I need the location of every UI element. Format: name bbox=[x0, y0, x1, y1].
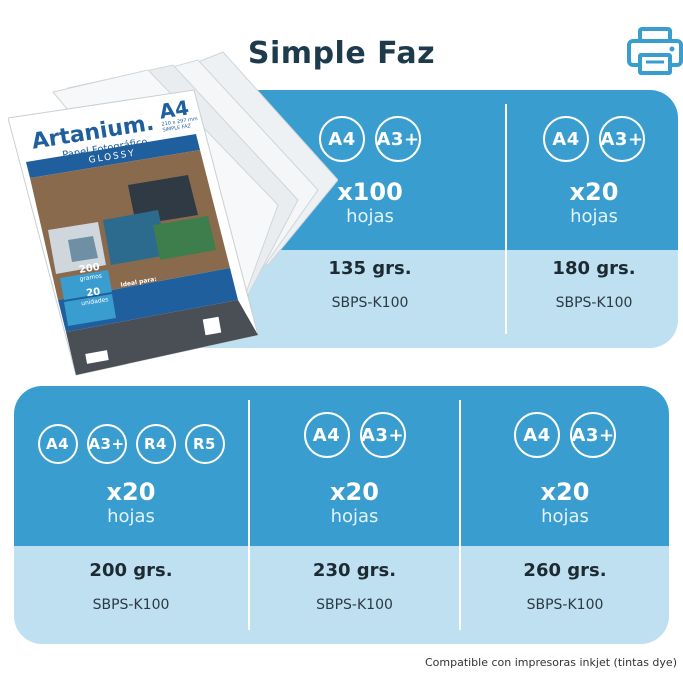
size-badge-a4: A4 bbox=[543, 116, 589, 162]
product-code: SBPS-K100 bbox=[555, 295, 633, 311]
paper-weight: 230 grs. bbox=[312, 560, 397, 581]
sheet-unit: hojas bbox=[330, 506, 379, 527]
paper-weight: 180 grs. bbox=[552, 258, 636, 279]
size-badge-a3plus: A3+ bbox=[375, 116, 421, 162]
size-badge-a4: A4 bbox=[303, 412, 350, 458]
size-badges: A4 A3+ bbox=[250, 412, 459, 458]
sheet-quantity: x20 bbox=[106, 478, 156, 506]
product-column-200: A4 A3+ R4 R5 x20 hojas 200 grs. SBPS-K10… bbox=[14, 424, 248, 614]
product-code: SBPS-K100 bbox=[526, 597, 604, 613]
product-package-image: Artanium. Papel Fotográfico A4 210 x 297… bbox=[7, 30, 339, 380]
size-badge-a3plus: A3+ bbox=[86, 424, 127, 464]
sheet-quantity: x20 bbox=[540, 478, 590, 506]
product-column-230: A4 A3+ x20 hojas 230 grs. SBPS-K100 bbox=[250, 412, 459, 614]
sheet-unit: hojas bbox=[541, 506, 589, 527]
size-badge-a3plus: A3+ bbox=[570, 412, 616, 458]
size-badge-a4: A4 bbox=[37, 424, 78, 464]
sheet-unit: hojas bbox=[107, 506, 155, 527]
product-column-260: A4 A3+ x20 hojas 260 grs. SBPS-K100 bbox=[461, 412, 669, 614]
product-code: SBPS-K100 bbox=[316, 597, 393, 613]
sheet-quantity: x20 bbox=[569, 178, 619, 206]
size-badge-r4: R4 bbox=[135, 424, 176, 464]
size-badges: A4 A3+ bbox=[461, 412, 669, 458]
paper-weight: 200 grs. bbox=[89, 560, 173, 581]
product-code: SBPS-K100 bbox=[92, 597, 170, 613]
size-badge-a3plus: A3+ bbox=[599, 116, 645, 162]
printer-icon bbox=[627, 27, 683, 75]
size-badge-r5: R5 bbox=[184, 424, 225, 464]
sheet-unit: hojas bbox=[570, 206, 618, 227]
paper-weight: 260 grs. bbox=[523, 560, 607, 581]
paper-stack-illustration bbox=[7, 51, 339, 376]
product-column-180: A4 A3+ x20 hojas 180 grs. SBPS-K100 bbox=[510, 116, 678, 312]
compatibility-note: Compatible con impresoras inkjet (tintas… bbox=[424, 656, 677, 669]
size-badges: A4 A3+ bbox=[510, 116, 678, 162]
column-divider bbox=[505, 104, 507, 334]
sheet-quantity: x20 bbox=[330, 478, 379, 506]
size-badge-a4: A4 bbox=[514, 412, 560, 458]
size-badges: A4 A3+ R4 R5 bbox=[14, 424, 248, 464]
bottom-product-panel: A4 A3+ R4 R5 x20 hojas 200 grs. SBPS-K10… bbox=[14, 386, 669, 644]
size-badge-a3plus: A3+ bbox=[359, 412, 406, 458]
